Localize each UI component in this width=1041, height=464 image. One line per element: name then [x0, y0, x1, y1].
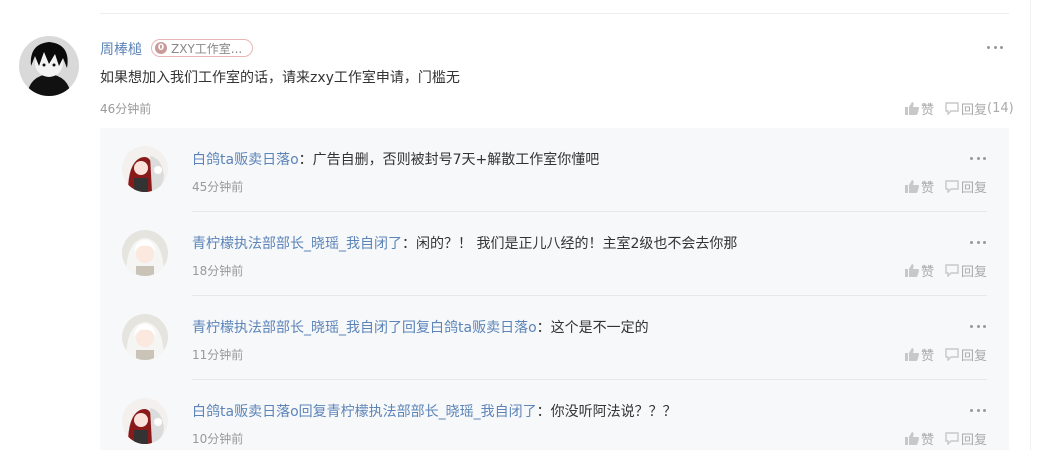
reply-separator: ：: [298, 152, 313, 168]
badge-level: 0: [155, 42, 167, 54]
reply-reply-button[interactable]: 回复: [945, 261, 987, 280]
reply-item: 白鸽ta贩卖日落o回复青柠檬执法部部长_晓瑶_我自闭了：你没听阿法说？？？ 10…: [100, 380, 1009, 464]
reply-more-icon[interactable]: [970, 155, 986, 161]
reply-author[interactable]: 青柠檬执法部部长_晓瑶_我自闭了: [192, 320, 402, 336]
main-comment-reply-button[interactable]: 回复 (14): [945, 99, 1014, 118]
comment-bubble-icon: [945, 432, 959, 445]
reply-separator: ：: [402, 236, 416, 252]
white-haired-girl-avatar[interactable]: [122, 230, 168, 276]
reply-author[interactable]: 白鸽ta贩卖日落o: [192, 152, 299, 168]
reply-text: 广告自删，否则被封号7天+解散工作室你懂吧: [312, 152, 600, 168]
like-label: 赞: [921, 103, 935, 118]
reply-item: 青柠檬执法部部长_晓瑶_我自闭了：闲的？！ 我们是正儿八经的！主室2级也不会去你…: [100, 212, 1009, 296]
reply-line: 青柠檬执法部部长_晓瑶_我自闭了回复白鸽ta贩卖日落o：这个是不一定的: [192, 317, 649, 337]
reply-text: 这个是不一定的: [550, 320, 649, 336]
reply-separator: ：: [536, 404, 551, 420]
reply-reply-button[interactable]: 回复: [945, 345, 987, 364]
thumbs-up-icon: [905, 264, 919, 277]
reply-like-button[interactable]: 赞: [905, 177, 934, 196]
reply-label: 回复: [961, 265, 988, 280]
reply-count: (14): [987, 101, 1014, 116]
reply-label: 回复: [961, 433, 988, 448]
main-comment-time: 46分钟前: [100, 102, 152, 116]
reply-label: 回复: [961, 181, 988, 196]
red-haired-girl-avatar[interactable]: [122, 398, 168, 444]
reply-text: 你没听阿法说？？？: [550, 404, 677, 420]
reply-label: 回复: [961, 349, 988, 364]
main-comment-text: 如果想加入我们工作室的话，请来zxy工作室申请，门槛无: [100, 70, 460, 86]
reply-reply-button[interactable]: 回复: [945, 177, 987, 196]
thumbs-up-icon: [905, 348, 919, 361]
reply-list: 白鸽ta贩卖日落o：广告自删，否则被封号7天+解散工作室你懂吧 45分钟前 赞 …: [100, 128, 1009, 450]
reply-more-icon[interactable]: [970, 239, 986, 245]
comment-bubble-icon: [945, 180, 959, 193]
reply-reply-button[interactable]: 回复: [945, 429, 987, 448]
reply-author[interactable]: 白鸽ta贩卖日落o: [192, 404, 299, 420]
reply-like-button[interactable]: 赞: [905, 261, 934, 280]
comment-bubble-icon: [945, 264, 959, 277]
thumbs-up-icon: [905, 102, 919, 115]
white-haired-girl-avatar[interactable]: [122, 314, 168, 360]
reply-time: 10分钟前: [192, 432, 244, 446]
reply-line: 白鸽ta贩卖日落o回复青柠檬执法部部长_晓瑶_我自闭了：你没听阿法说？？？: [192, 401, 677, 421]
reply-line: 白鸽ta贩卖日落o：广告自删，否则被封号7天+解散工作室你懂吧: [192, 149, 599, 169]
reply-item: 白鸽ta贩卖日落o：广告自删，否则被封号7天+解散工作室你懂吧 45分钟前 赞 …: [100, 128, 1009, 212]
reply-separator: ：: [536, 320, 551, 336]
reply-target[interactable]: 青柠檬执法部部长_晓瑶_我自闭了: [327, 404, 537, 420]
main-comment-more-icon[interactable]: [987, 44, 1003, 50]
like-label: 赞: [921, 433, 935, 448]
reply-target[interactable]: 白鸽ta贩卖日落o: [430, 320, 537, 336]
reply-time: 45分钟前: [192, 180, 244, 194]
thumbs-up-icon: [905, 432, 919, 445]
reply-time: 11分钟前: [192, 348, 244, 362]
main-comment-like-button[interactable]: 赞: [905, 99, 934, 118]
studio-badge[interactable]: 0 ZXY工作室...: [151, 39, 254, 57]
reply-more-icon[interactable]: [970, 407, 986, 413]
reply-more-icon[interactable]: [970, 323, 986, 329]
reply-like-button[interactable]: 赞: [905, 429, 934, 448]
top-divider: [100, 13, 1009, 14]
right-scroll-edge: [1030, 0, 1031, 450]
reply-word: 回复: [402, 320, 430, 336]
like-label: 赞: [921, 265, 935, 280]
reply-line: 青柠檬执法部部长_晓瑶_我自闭了：闲的？！ 我们是正儿八经的！主室2级也不会去你…: [192, 233, 737, 253]
like-label: 赞: [921, 181, 935, 196]
reply-word: 回复: [298, 404, 327, 420]
reply-like-button[interactable]: 赞: [905, 345, 934, 364]
red-haired-girl-avatar[interactable]: [122, 146, 168, 192]
main-comment-username[interactable]: 周棒槌: [100, 39, 142, 59]
badge-label: ZXY工作室...: [171, 41, 243, 56]
reply-time: 18分钟前: [192, 264, 244, 278]
thumbs-up-icon: [905, 180, 919, 193]
reply-label: 回复: [961, 103, 988, 118]
reply-author[interactable]: 青柠檬执法部部长_晓瑶_我自闭了: [192, 236, 402, 252]
reply-text: 闲的？！ 我们是正儿八经的！主室2级也不会去你那: [416, 236, 738, 252]
like-label: 赞: [921, 349, 935, 364]
reply-item: 青柠檬执法部部长_晓瑶_我自闭了回复白鸽ta贩卖日落o：这个是不一定的 11分钟…: [100, 296, 1009, 380]
comment-bubble-icon: [945, 102, 959, 115]
comment-bubble-icon: [945, 348, 959, 361]
main-comment-avatar[interactable]: [19, 36, 79, 96]
